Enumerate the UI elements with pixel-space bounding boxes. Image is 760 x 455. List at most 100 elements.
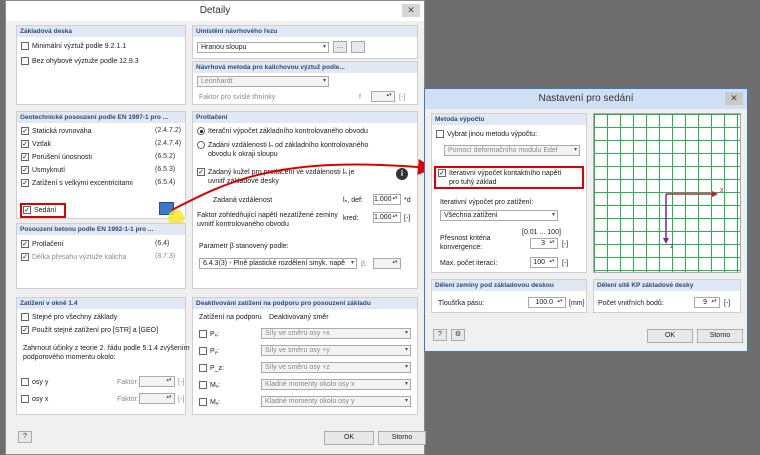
iter-highlight (434, 166, 584, 189)
soil-input[interactable]: 100.0 ▴▾ (528, 297, 566, 308)
cancel-button[interactable]: Storno (378, 431, 426, 445)
fe-label: Počet vnitřních bodů: (598, 300, 664, 307)
calc-method-header: Metoda výpočtu (432, 114, 586, 125)
deact-dir-select[interactable]: Síly ve směru osy +z ▾ (261, 362, 411, 373)
punch-factor-unit: [-] (404, 215, 411, 222)
section-group: Umístění návrhového řezu Hranou sloupu ▾ … (192, 25, 418, 59)
method-select[interactable]: Leonhardt ▾ (197, 76, 329, 87)
load-factor-y-input[interactable]: ▴▾ (139, 376, 175, 387)
ok-button[interactable]: OK (324, 431, 374, 445)
load-same-row[interactable]: Stejné pro všechny základy (21, 313, 117, 322)
deact-dir-select[interactable]: Kladné momenty okolo osy y ▾ (261, 396, 411, 407)
punch-dist-label: Zadaná vzdálenost (213, 197, 273, 204)
max-iter-label: Max. počet iterací: (440, 260, 498, 267)
punch-dist-symbol: lₙ, def: (343, 197, 363, 204)
fe-input[interactable]: 9 ▴▾ (694, 297, 720, 308)
punch-header: Protlačení (193, 112, 417, 123)
punch-dist-input[interactable]: 1.000 ▴▾ (373, 194, 401, 205)
settlement-highlight (20, 203, 66, 218)
settlement-defaults-icon[interactable]: ⚙ (451, 329, 465, 341)
max-iter-input[interactable]: 100 ▴▾ (530, 257, 558, 268)
load-axis-y-row[interactable]: osy y (21, 378, 48, 387)
section-header: Umístění návrhového řezu (193, 26, 417, 37)
punch-factor-input[interactable]: 1.000 ▴▾ (373, 212, 401, 223)
method-combo[interactable]: Pomocí deformačního modulu Edef ▾ (444, 145, 580, 156)
punch-iter-radio[interactable]: Iterační výpočet základního kontrolované… (197, 127, 368, 136)
geo-item[interactable]: ✓ Usmyknutí (21, 166, 65, 175)
settlement-help-icon[interactable]: ? (433, 329, 447, 341)
punch-factor-label-2: uvnitř kontrolovaného obvodu (197, 221, 289, 228)
method-unit: [-] (399, 94, 406, 101)
settlement-ok-button[interactable]: OK (647, 329, 693, 343)
concrete-anchor-ref: (8.7.3) (155, 253, 176, 260)
deact-col2: Deaktivovaný směr (269, 314, 329, 321)
geo-item[interactable]: ✓ Statická rovnováha (21, 127, 92, 136)
min-reinf-row[interactable]: Minimální výztuž podle 9.2.1.1 (21, 42, 126, 51)
load-factor-x-unit: [-] (178, 396, 185, 403)
details-dialog: Detaily ✕ Základová deska Minimální výzt… (5, 0, 426, 455)
concrete-group: Posouzení betonu podle EN 1992-1-1 pro .… (16, 223, 186, 289)
load-axis-x-row[interactable]: osy x (21, 395, 48, 404)
load-consider-label-2: podporového momentu okolo: (23, 354, 116, 361)
deact-header: Deaktivování zatížení na podporu pro pos… (193, 298, 417, 309)
geo-item[interactable]: ✓ Vztlak (21, 140, 51, 149)
deact-row[interactable]: Pᵧ: (199, 347, 219, 356)
concrete-punch-row[interactable]: ✓ Protlačení (21, 240, 64, 249)
info-icon[interactable]: i (396, 168, 408, 180)
deact-row[interactable]: Mₓ: (199, 381, 220, 390)
soil-label: Tloušťka pásu: (438, 300, 485, 307)
min-reinf-checkbox[interactable] (21, 42, 29, 51)
deact-dir-select[interactable]: Kladné momenty okolo osy x ▾ (261, 379, 411, 390)
punch-beta-input[interactable]: ▴▾ (373, 258, 401, 269)
method-factor-input[interactable]: ▴▾ (371, 91, 395, 102)
punch-param-label: Parametr β stanovený podle: (199, 243, 289, 250)
close-icon[interactable]: ✕ (402, 4, 420, 17)
concrete-anchor-row[interactable]: ✓ Délka přesahu výztuže kalicha (21, 253, 127, 262)
base-plate-group: Základová deska Minimální výztuž podle 9… (16, 25, 186, 105)
acc-unit: [-] (562, 241, 569, 248)
method-group: Návrhová metoda pro kalichovou výztuž po… (192, 61, 418, 105)
section-select[interactable]: Hranou sloupu ▾ (197, 42, 329, 53)
punch-beta-symbol: β: (361, 261, 367, 268)
concrete-punch-ref: (6.4) (155, 240, 170, 247)
deact-dir-select[interactable]: Síly ve směru osy +y ▾ (261, 345, 411, 356)
iter-load-select[interactable]: Všechna zatížení ▾ (440, 210, 558, 221)
no-shear-row[interactable]: Bez ohybové výztuže podle 12.9.3 (21, 57, 139, 66)
details-title: Detaily (6, 1, 424, 21)
deact-col1: Zatížení na podporu (199, 314, 262, 321)
settlement-cancel-button[interactable]: Storno (697, 329, 743, 343)
load-use-row[interactable]: ✓ Použít stejné zatížení pro [STR] a [GEO… (21, 326, 158, 335)
no-shear-checkbox[interactable] (21, 57, 29, 66)
load-factor-y-label: Faktor: (117, 379, 139, 386)
load-factor-x-input[interactable]: ▴▾ (139, 393, 175, 404)
deact-row[interactable]: Mᵧ: (199, 398, 220, 407)
max-iter-unit: [-] (562, 260, 569, 267)
section-button[interactable]: … (333, 41, 347, 53)
geo-item[interactable]: ✓ Porušení únosnosti (21, 153, 92, 162)
punch-cone-row[interactable]: ✓ Zadaný kužel pro protlačení ve vzdáleno… (197, 168, 354, 177)
deact-row[interactable]: P_z: (199, 364, 224, 373)
help-icon[interactable]: ? (18, 431, 32, 443)
section-button-2[interactable] (351, 41, 365, 53)
acc-input[interactable]: 3 ▴▾ (530, 238, 558, 249)
settlement-close-icon[interactable]: ✕ (725, 92, 743, 105)
base-plate-header: Základová deska (17, 26, 185, 37)
acc-range: [0.01 ... 100] (522, 229, 561, 236)
method-f-symbol: f (359, 94, 361, 101)
punch-cone-line2: uvnitř základové desky (208, 178, 279, 185)
fe-unit: [-] (724, 300, 731, 307)
acc-label-2: konvergence: (440, 244, 483, 251)
soil-header: Dělení zeminy pod základovou deskou (432, 280, 586, 291)
deact-dir-select[interactable]: Síly ve směru osy +x ▾ (261, 328, 411, 339)
punch-input-radio[interactable]: Zadání vzdálenosti lₙ od základního kont… (197, 141, 368, 150)
select-method-row[interactable]: Vybrat jinou metodu výpočtu: (436, 130, 537, 139)
punch-group: Protlačení Iterační výpočet základního k… (192, 111, 418, 289)
method-header: Návrhová metoda pro kalichovou výztuž po… (193, 62, 417, 73)
load-header: Zatížení v okně 1.4 (17, 298, 185, 309)
deact-row[interactable]: Pₓ: (199, 330, 219, 339)
geo-item[interactable]: ✓ Zatížení s velkými excentricitami (21, 179, 133, 188)
calc-method-group: Metoda výpočtu Vybrat jinou metodu výpoč… (431, 113, 587, 273)
method-factor-label: Faktor pro svislé třmínky (199, 94, 276, 101)
punch-param-select[interactable]: 6.4.3(3) - Plně plastické rozdělení smyk… (199, 258, 357, 269)
soil-group: Dělení zeminy pod základovou deskou Tlou… (431, 279, 587, 313)
